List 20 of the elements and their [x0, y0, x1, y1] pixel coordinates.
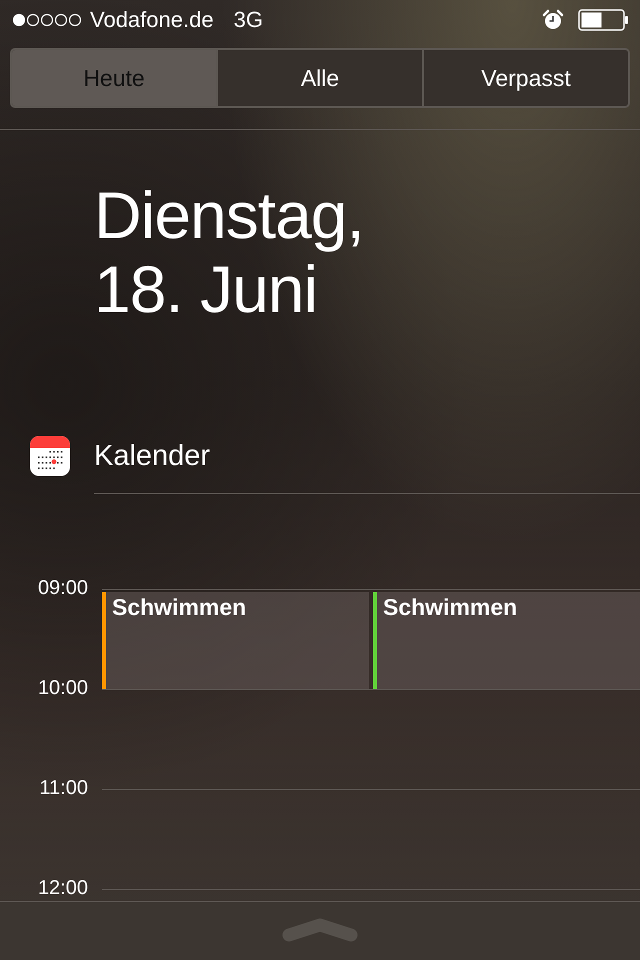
tab[interactable]: Verpasst: [422, 50, 628, 106]
weekday-text: Dienstag,: [94, 178, 365, 252]
event-title: Schwimmen: [112, 594, 246, 621]
tab[interactable]: Alle: [216, 50, 422, 106]
hour-label: 11:00: [38, 777, 88, 801]
alarm-clock-icon: [542, 9, 564, 31]
signal-icon: [12, 13, 82, 27]
network-type: 3G: [234, 7, 263, 33]
hour-label: 10:00: [36, 677, 88, 701]
widget-title: Kalender: [94, 440, 210, 472]
battery-icon: [578, 9, 630, 31]
event-title: Schwimmen: [383, 594, 518, 621]
calendar-icon: [30, 436, 70, 476]
carrier-name: Vodafone.de: [90, 7, 214, 33]
date-text: 18. Juni: [94, 252, 318, 326]
hour-label: 12:00: [36, 877, 88, 901]
calendar-event[interactable]: Schwimmen: [102, 592, 369, 689]
chevron-up-icon[interactable]: [282, 918, 358, 942]
hour-label: 09:00: [36, 577, 88, 601]
calendar-event[interactable]: Schwimmen: [373, 592, 640, 689]
